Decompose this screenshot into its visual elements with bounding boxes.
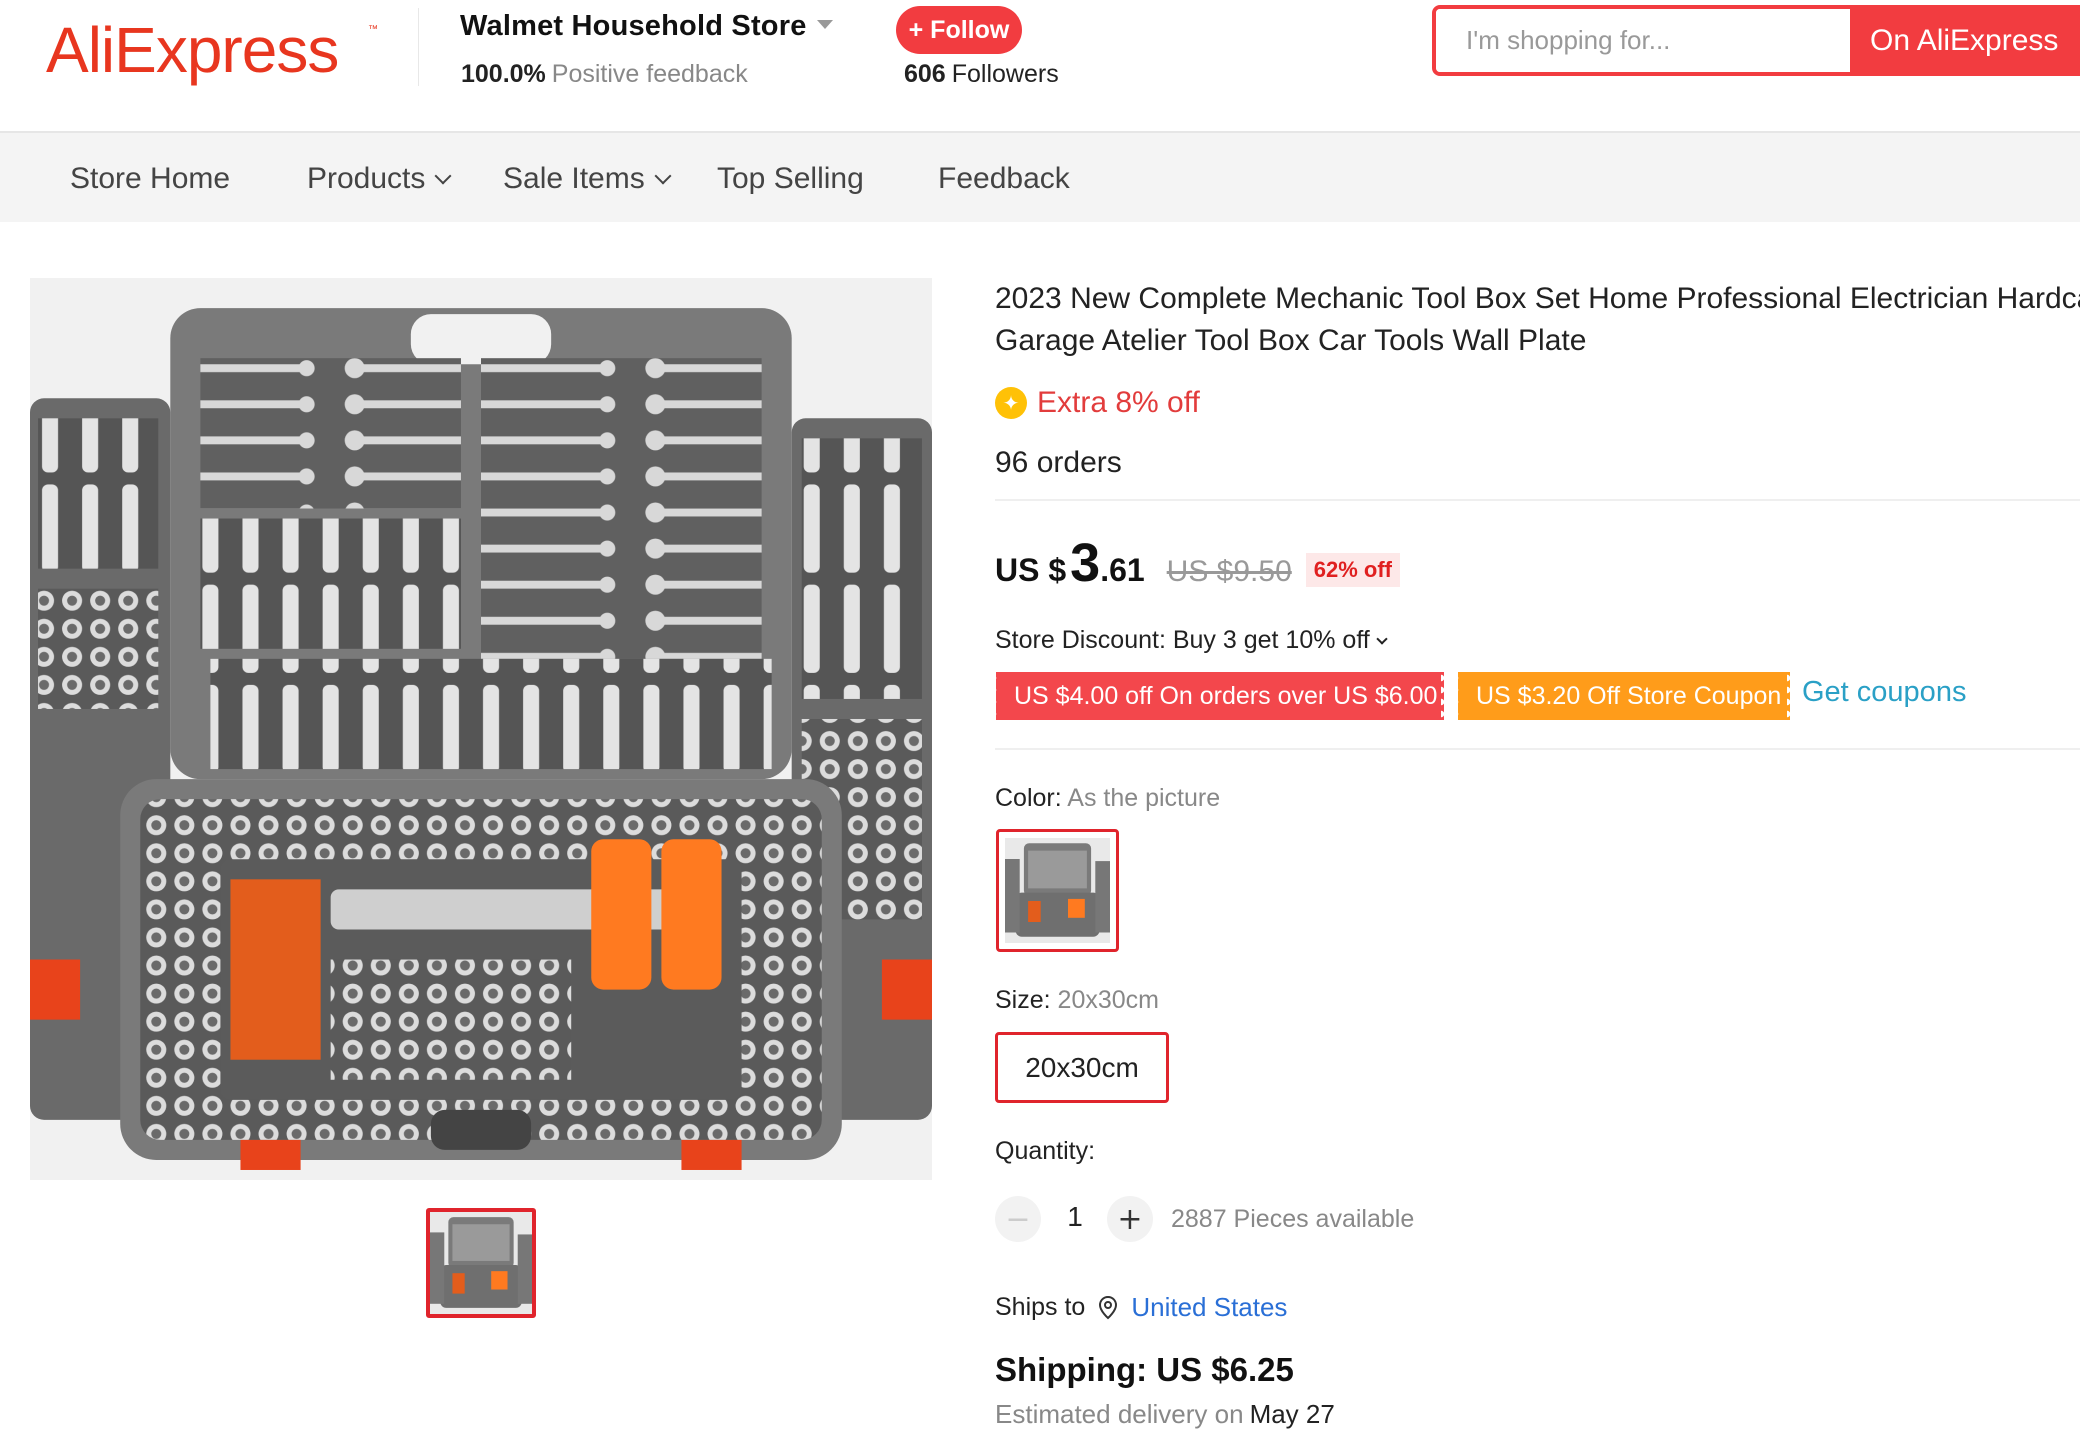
store-name-text[interactable]: Walmet Household Store <box>460 10 807 42</box>
nav-label[interactable]: Store Home <box>70 162 230 195</box>
nav-label[interactable]: Sale Items <box>503 162 645 195</box>
coupon-store[interactable]: US $3.20 Off Store Coupon <box>1455 672 1793 720</box>
delivery-label: Estimated delivery on <box>995 1399 1244 1429</box>
ships-to: Ships to United States <box>995 1292 1287 1323</box>
product-title-line: 2023 New Complete Mechanic Tool Box Set … <box>995 282 2080 315</box>
followers-count: 606 Followers <box>904 60 1059 89</box>
product-title-line: Garage Atelier Tool Box Car Tools Wall P… <box>995 324 1587 357</box>
store-name[interactable]: Walmet Household Store <box>460 10 833 43</box>
product-main-image[interactable] <box>30 278 932 1180</box>
nav-item-store-home[interactable]: Store Home <box>70 133 230 223</box>
svg-text:™: ™ <box>368 24 378 35</box>
color-label-text: Color: <box>995 784 1062 812</box>
nav-label[interactable]: Feedback <box>938 162 1070 195</box>
nav-item-sale-items[interactable]: Sale Items <box>503 133 672 223</box>
coin-icon: ✦ <box>995 387 1027 419</box>
extra-off-text: Extra 8% off <box>1037 386 1200 419</box>
search-button[interactable]: On AliExpress <box>1850 9 2076 72</box>
location-pin-icon <box>1099 1295 1118 1319</box>
nav-item-feedback[interactable]: Feedback <box>938 133 1070 223</box>
color-label: Color: As the picture <box>995 784 1220 813</box>
feedback-label: Positive feedback <box>551 60 748 88</box>
color-value: As the picture <box>1067 784 1221 812</box>
size-label: Size: 20x30cm <box>995 986 1159 1015</box>
svg-text:AliExpress: AliExpress <box>46 14 338 86</box>
coupon-text[interactable]: US $3.20 Off Store Coupon <box>1476 682 1781 710</box>
nav-item-products[interactable]: Products <box>307 133 452 223</box>
search-input[interactable] <box>1436 9 1850 72</box>
shipping-price: Shipping: US $6.25 <box>995 1351 1294 1388</box>
nav-label[interactable]: Top Selling <box>717 162 864 195</box>
product-title: 2023 New Complete Mechanic Tool Box Set … <box>995 278 2080 362</box>
delivery-date: May 27 <box>1249 1399 1335 1429</box>
nav-label[interactable]: Products <box>307 162 425 195</box>
divider <box>995 499 2080 501</box>
product-thumbnail[interactable] <box>426 1208 536 1318</box>
chevron-down-icon[interactable] <box>654 167 672 185</box>
store-feedback: 100.0% Positive feedback <box>461 60 748 89</box>
divider <box>995 748 2080 750</box>
store-nav: Store Home Products Sale Items Top Selli… <box>0 132 2080 222</box>
original-price: US $9.50 <box>1166 555 1292 588</box>
coupon-order-discount[interactable]: US $4.00 off On orders over US $6.00 <box>993 672 1447 720</box>
extra-off-promo: ✦ Extra 8% off <box>995 386 1200 420</box>
size-value: 20x30cm <box>1057 986 1159 1014</box>
quantity-label: Quantity: <box>995 1137 1096 1165</box>
price: US $ 3 .61 US $9.50 62% off <box>995 532 1401 602</box>
price-currency: US $ <box>995 552 1067 588</box>
price-integer: 3 <box>1070 533 1101 593</box>
chevron-down-icon[interactable] <box>434 167 452 185</box>
orders-count: 96 orders <box>995 446 1122 479</box>
color-swatch-image[interactable] <box>1005 838 1110 943</box>
aliexpress-logo[interactable]: AliExpress ™ <box>44 0 384 100</box>
follow-button[interactable]: + Follow <box>896 6 1022 54</box>
chevron-down-icon[interactable] <box>1376 633 1388 645</box>
feedback-percent: 100.0% <box>461 60 546 88</box>
get-coupons-link[interactable]: Get coupons <box>1802 676 1966 709</box>
store-discount-text[interactable]: Store Discount: Buy 3 get 10% off <box>995 626 1370 654</box>
store-discount[interactable]: Store Discount: Buy 3 get 10% off <box>995 626 1388 655</box>
followers-number: 606 <box>904 60 946 88</box>
pieces-available: 2887 Pieces available <box>1171 1205 1415 1233</box>
size-label-text: Size: <box>995 986 1051 1014</box>
quantity-decrement-button[interactable]: − <box>995 1196 1041 1242</box>
ships-to-country-link[interactable]: United States <box>1131 1292 1287 1323</box>
size-option-button[interactable]: 20x30cm <box>995 1032 1169 1103</box>
store-header: AliExpress ™ Walmet Household Store 100.… <box>0 0 2080 132</box>
estimated-delivery: Estimated delivery on May 27 <box>995 1399 1335 1430</box>
nav-item-top-selling[interactable]: Top Selling <box>717 133 864 223</box>
caret-down-icon[interactable] <box>816 19 833 29</box>
price-decimal: .61 <box>1100 552 1145 588</box>
header-divider <box>418 8 419 86</box>
quantity-value[interactable]: 1 <box>1062 1201 1088 1233</box>
coupon-text[interactable]: US $4.00 off On orders over US $6.00 <box>1014 682 1437 710</box>
discount-badge: 62% off <box>1305 553 1401 587</box>
ships-to-label: Ships to <box>995 1293 1086 1321</box>
search-bar: On AliExpress <box>1432 5 2080 76</box>
quantity-increment-button[interactable]: + <box>1107 1196 1153 1242</box>
followers-label: Followers <box>951 60 1059 88</box>
color-option-swatch[interactable] <box>996 829 1119 952</box>
